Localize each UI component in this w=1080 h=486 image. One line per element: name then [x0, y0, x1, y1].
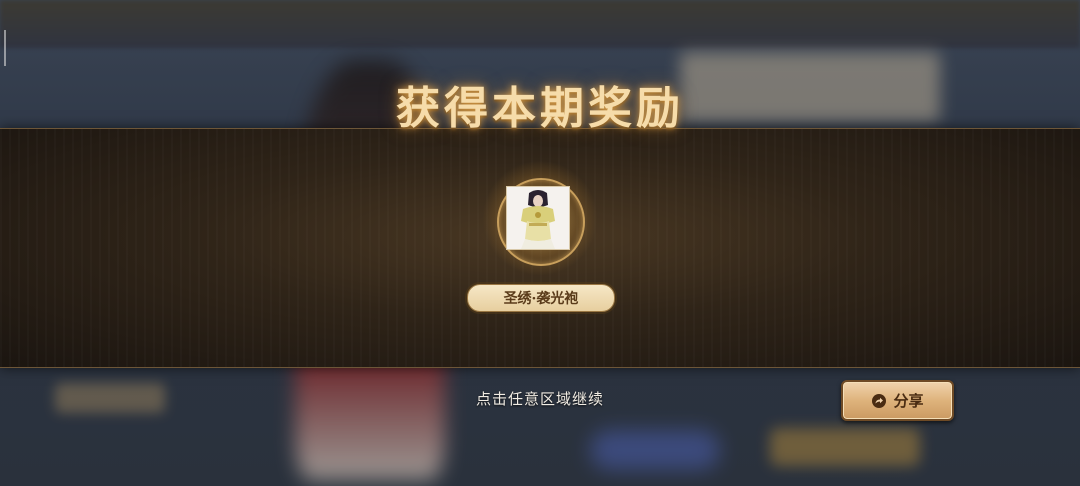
background-blue-element	[590, 430, 720, 470]
background-button-right	[770, 428, 920, 466]
background-top-bar	[0, 0, 1080, 48]
background-button-left	[55, 383, 165, 413]
share-icon	[872, 393, 887, 408]
reward-name-plate: 圣绣·袭光袍	[467, 284, 615, 312]
continue-hint[interactable]: 点击任意区域继续	[440, 388, 640, 409]
popup-title: 获得本期奖励	[396, 83, 684, 134]
share-button[interactable]: 分享	[841, 380, 954, 421]
left-edge-handle	[4, 30, 6, 66]
costume-armor-icon[interactable]	[506, 186, 570, 250]
reward-name: 圣绣·袭光袍	[503, 291, 579, 307]
share-button-label: 分享	[893, 392, 924, 410]
